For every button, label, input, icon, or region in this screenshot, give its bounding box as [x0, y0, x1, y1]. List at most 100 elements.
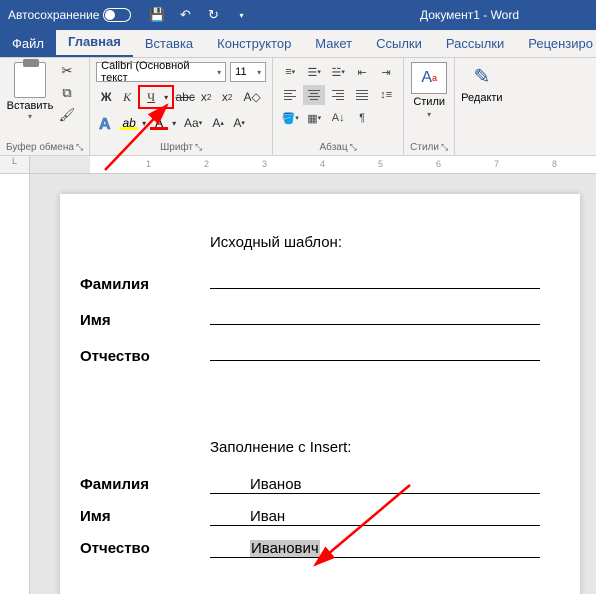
dialog-launcher-icon[interactable]: ⤡ [350, 142, 357, 152]
dialog-launcher-icon[interactable]: ⤡ [441, 142, 448, 152]
group-label-clipboard: Буфер обмена⤡ [6, 140, 83, 153]
font-size-value: 11 [235, 66, 246, 78]
tab-file[interactable]: Файл [0, 30, 56, 57]
label-firstname: Имя [80, 508, 210, 525]
document-title: Документ1 - Word [420, 8, 519, 22]
redo-icon[interactable]: ↻ [205, 7, 221, 23]
font-size-combo[interactable]: 11 ▾ [230, 62, 266, 82]
horizontal-ruler[interactable] [30, 156, 596, 174]
field-row: Фамилия Иванов [80, 476, 540, 494]
undo-icon[interactable]: ↶ [177, 7, 193, 23]
tab-layout[interactable]: Макет [303, 30, 364, 57]
show-marks-button[interactable]: ¶ [351, 108, 373, 128]
quick-access-toolbar: 💾 ↶ ↻ ▾ [149, 7, 249, 23]
change-case-button[interactable]: Aa▾ [179, 113, 207, 133]
group-label-font: Шрифт⤡ [96, 140, 266, 153]
document-page[interactable]: Исходный шаблон: Фамилия Имя Отчество За… [60, 194, 580, 594]
multilevel-button[interactable]: ☱▾ [327, 62, 349, 82]
label-lastname: Фамилия [80, 276, 210, 293]
group-styles: Aa Стили ▾ Стили⤡ [404, 58, 455, 155]
ruler-row: L [0, 156, 596, 174]
section2-title: Заполнение с Insert: [210, 439, 540, 456]
tab-references[interactable]: Ссылки [364, 30, 434, 57]
copy-icon[interactable]: ⧉ [58, 84, 76, 102]
group-label-styles: Стили⤡ [410, 140, 448, 153]
tab-design[interactable]: Конструктор [205, 30, 303, 57]
strikethrough-button[interactable]: abc [175, 87, 195, 107]
paste-label: Вставить [7, 100, 54, 112]
chevron-down-icon: ▾ [217, 68, 221, 77]
title-bar: Автосохранение 💾 ↶ ↻ ▾ Документ1 - Word [0, 0, 596, 30]
selected-text: Иванович [250, 540, 320, 557]
group-editing: ✎ Редакти [455, 58, 508, 155]
italic-button[interactable]: К [117, 87, 137, 107]
workspace: Исходный шаблон: Фамилия Имя Отчество За… [0, 174, 596, 594]
dialog-launcher-icon[interactable]: ⤡ [195, 142, 202, 152]
autosave-toggle[interactable]: Автосохранение [0, 8, 139, 22]
shading-button[interactable]: 🪣▾ [279, 108, 301, 128]
clear-formatting-button[interactable]: A◇ [238, 87, 266, 107]
value-firstname: Иван [210, 508, 540, 526]
align-left-button[interactable] [279, 85, 301, 105]
underline-dropdown[interactable]: ▾ [161, 87, 171, 107]
numbering-button[interactable]: ☰▾ [303, 62, 325, 82]
field-row: Имя [80, 307, 540, 329]
qat-dropdown-icon[interactable]: ▾ [233, 7, 249, 23]
chevron-down-icon[interactable]: ▾ [170, 113, 178, 133]
grow-font-button[interactable]: A▴ [208, 113, 228, 133]
chevron-down-icon[interactable]: ▾ [140, 113, 148, 133]
bullets-button[interactable]: ≡▾ [279, 62, 301, 82]
format-painter-icon[interactable]: 🖌 [58, 106, 76, 124]
styles-gallery-icon[interactable]: Aa [411, 62, 447, 94]
svg-text:A: A [99, 116, 111, 133]
editing-button-label[interactable]: Редакти [461, 92, 502, 104]
toggle-off-icon [103, 8, 131, 22]
tab-review[interactable]: Рецензиро [516, 30, 596, 57]
ribbon: Вставить ▾ ✂ ⧉ 🖌 Буфер обмена⤡ Calibri (… [0, 58, 596, 156]
align-right-button[interactable] [327, 85, 349, 105]
decrease-indent-button[interactable]: ⇤ [351, 62, 373, 82]
align-center-button[interactable] [303, 85, 325, 105]
value-patronymic: Иванович [210, 540, 540, 558]
font-name-combo[interactable]: Calibri (Основной текст ▾ [96, 62, 226, 82]
save-icon[interactable]: 💾 [149, 7, 165, 23]
field-row: Имя Иван [80, 508, 540, 526]
label-patronymic: Отчество [80, 540, 210, 557]
pencil-icon[interactable]: ✎ [468, 62, 496, 90]
tab-home[interactable]: Главная [56, 28, 133, 57]
cut-icon[interactable]: ✂ [58, 62, 76, 80]
highlight-color-button[interactable]: ab [119, 117, 139, 130]
group-clipboard: Вставить ▾ ✂ ⧉ 🖌 Буфер обмена⤡ [0, 58, 90, 155]
section1-title: Исходный шаблон: [210, 234, 540, 251]
tab-mailings[interactable]: Рассылки [434, 30, 516, 57]
paste-button[interactable]: Вставить ▾ [6, 62, 54, 124]
borders-button[interactable]: ▦▾ [303, 108, 325, 128]
tab-selector[interactable]: L [0, 156, 30, 174]
dialog-launcher-icon[interactable]: ⤡ [76, 142, 83, 152]
blank-line [210, 343, 540, 361]
paste-icon [14, 62, 46, 98]
chevron-down-icon: ▾ [427, 110, 431, 119]
blank-line [210, 307, 540, 325]
vertical-ruler[interactable] [0, 174, 30, 594]
text-effects-button[interactable]: A [96, 112, 118, 134]
subscript-button[interactable]: x2 [196, 87, 216, 107]
group-paragraph: ≡▾ ☰▾ ☱▾ ⇤ ⇥ ↕≡ [273, 58, 404, 155]
value-lastname: Иванов [210, 476, 540, 494]
justify-button[interactable] [351, 85, 373, 105]
font-color-button[interactable]: A [149, 117, 169, 130]
sort-button[interactable]: A↓ [327, 108, 349, 128]
bold-button[interactable]: Ж [96, 87, 116, 107]
page-area[interactable]: Исходный шаблон: Фамилия Имя Отчество За… [30, 174, 596, 594]
increase-indent-button[interactable]: ⇥ [375, 62, 397, 82]
shrink-font-button[interactable]: A▾ [229, 113, 249, 133]
label-firstname: Имя [80, 312, 210, 329]
group-font: Calibri (Основной текст ▾ 11 ▾ Ж К Ч ▾ a… [90, 58, 273, 155]
group-label-paragraph: Абзац⤡ [279, 140, 397, 153]
line-spacing-button[interactable]: ↕≡ [375, 85, 397, 105]
chevron-down-icon: ▾ [28, 112, 32, 121]
tab-insert[interactable]: Вставка [133, 30, 205, 57]
superscript-button[interactable]: x2 [217, 87, 237, 107]
styles-button-label[interactable]: Стили [413, 96, 445, 108]
underline-button[interactable]: Ч [141, 87, 161, 107]
